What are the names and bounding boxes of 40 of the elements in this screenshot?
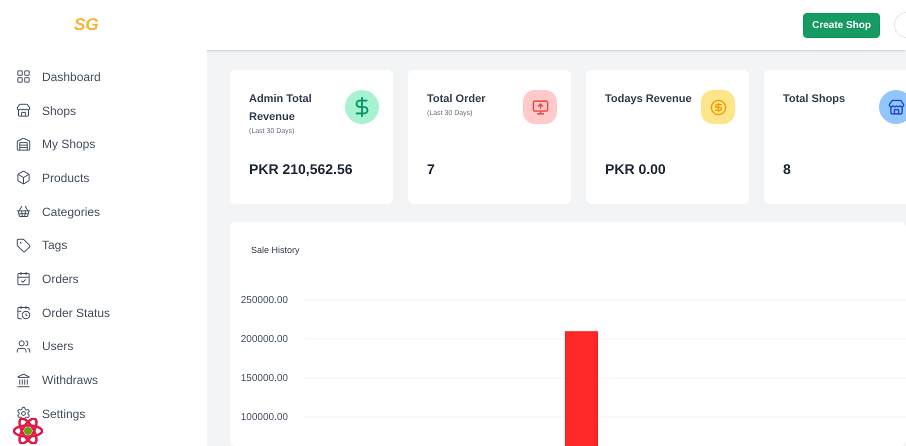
sidebar-item[interactable]: Shops (0, 94, 207, 128)
sidebar-item[interactable]: Orders (0, 262, 207, 296)
axis-label: 200000.00 (240, 334, 288, 344)
atom-icon (13, 418, 43, 444)
stat-value: 7 (427, 160, 436, 179)
screen-icon (532, 98, 548, 116)
calendar-icon (16, 271, 31, 286)
stat-title: Total Shops (783, 92, 846, 107)
sidebar-item[interactable]: Tags (0, 228, 207, 262)
store-icon (888, 98, 904, 116)
axis-label: 150000.00 (240, 372, 288, 384)
building-icon (16, 372, 31, 388)
stat-value: PKR 210,562.56 (249, 160, 354, 179)
create-shop-button[interactable]: Create Shop (803, 12, 880, 38)
tag-icon (16, 238, 31, 253)
users-icon (16, 338, 31, 354)
sidebar-item[interactable]: Users (0, 330, 207, 364)
sidebar-item[interactable]: Settings (0, 396, 207, 431)
stat-title: Todays Revenue (605, 92, 693, 107)
sidebar-item[interactable]: Order Status (0, 296, 207, 330)
stat-value: PKR 0.00 (605, 160, 667, 179)
stat-title: Total Order (427, 92, 486, 107)
box-icon (16, 170, 31, 186)
sidebar-item[interactable]: My Shops (0, 127, 207, 162)
axis-label: 250000.00 (240, 294, 288, 306)
sidebar-item[interactable]: Dashboard (0, 60, 207, 94)
calendar-icon (16, 305, 31, 320)
stat-value: 8 (783, 160, 792, 179)
sidebar-item[interactable]: Products (0, 161, 207, 195)
grid-icon (16, 69, 31, 84)
basket-icon (16, 204, 31, 220)
chart-title: Sale History (250, 244, 301, 257)
sidebar-item[interactable]: Withdraws (0, 363, 207, 397)
sidebar-item[interactable]: Categories (0, 194, 207, 228)
coin-icon (710, 98, 726, 116)
stat-title: Admin Total Revenue (249, 92, 313, 125)
store-icon (16, 136, 31, 152)
store-icon (16, 103, 31, 118)
logo: SG (74, 14, 99, 36)
axis-label: 100000.00 (240, 412, 288, 422)
